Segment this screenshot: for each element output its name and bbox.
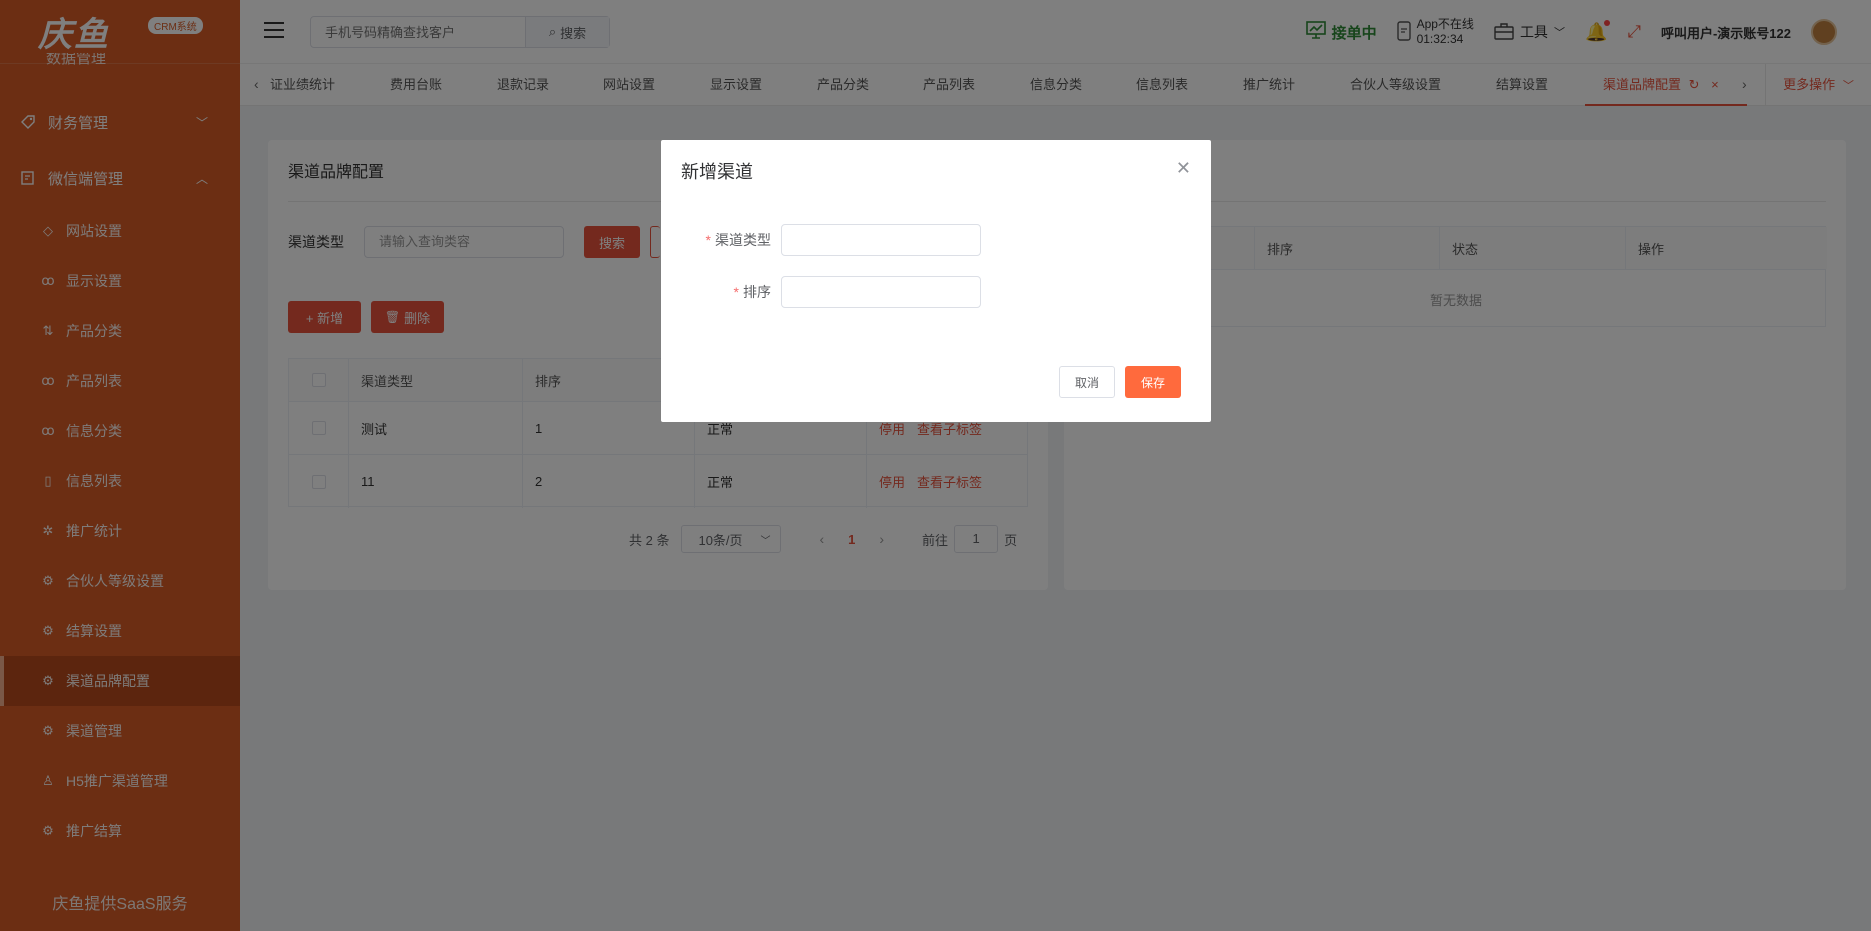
order-field[interactable] <box>781 276 981 308</box>
add-channel-dialog: 新增渠道 ✕ * 渠道类型 * 排序 取消 保存 <box>661 140 1211 422</box>
required-mark: * <box>705 232 711 248</box>
channel-type-label-text: 渠道类型 <box>715 232 771 248</box>
order-label: * 排序 <box>661 282 771 302</box>
dialog-title: 新增渠道 <box>681 162 753 182</box>
close-icon[interactable]: ✕ <box>1176 158 1191 179</box>
cancel-button[interactable]: 取消 <box>1059 366 1115 398</box>
required-mark: * <box>733 284 739 300</box>
save-button[interactable]: 保存 <box>1125 366 1181 398</box>
order-label-text: 排序 <box>743 284 771 300</box>
channel-type-field[interactable] <box>781 224 981 256</box>
channel-type-label: * 渠道类型 <box>661 230 771 250</box>
